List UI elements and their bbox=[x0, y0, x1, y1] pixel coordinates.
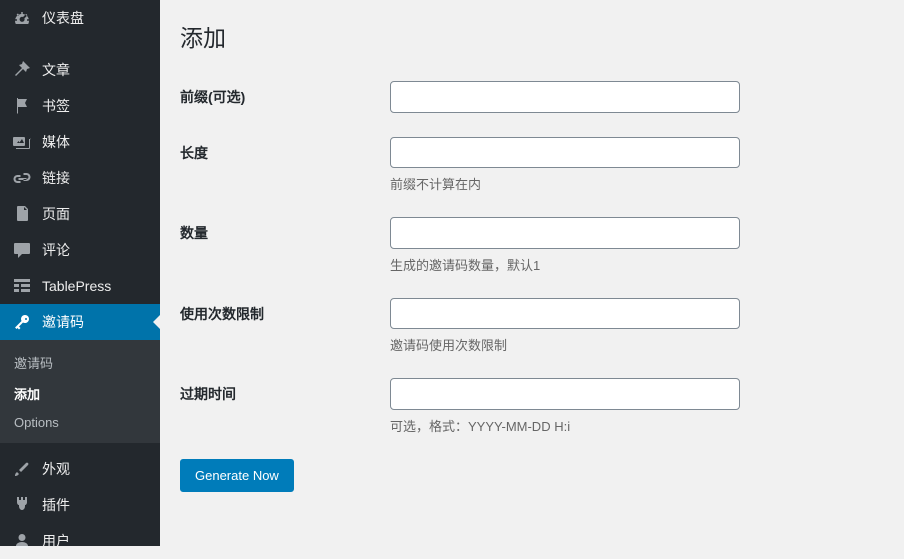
length-input[interactable] bbox=[390, 137, 740, 169]
form-row-prefix: 前缀(可选) bbox=[180, 81, 884, 113]
prefix-label: 前缀(可选) bbox=[180, 81, 390, 107]
sidebar-submenu: 邀请码 添加 Options bbox=[0, 340, 160, 443]
submenu-item-add[interactable]: 添加 bbox=[0, 378, 160, 409]
sidebar-item-plugins[interactable]: 插件 bbox=[0, 487, 160, 523]
sidebar-item-pages[interactable]: 页面 bbox=[0, 196, 160, 232]
sidebar-item-label: 文章 bbox=[42, 60, 70, 80]
usage-limit-description: 邀请码使用次数限制 bbox=[390, 335, 884, 354]
sidebar-item-label: 仪表盘 bbox=[42, 8, 84, 28]
form-row-quantity: 数量 生成的邀请码数量，默认1 bbox=[180, 217, 884, 274]
admin-sidebar: 仪表盘 文章 书签 媒体 链接 页面 评论 TablePress 邀请码 邀请码… bbox=[0, 0, 160, 546]
pin-icon bbox=[12, 60, 32, 80]
sidebar-item-comments[interactable]: 评论 bbox=[0, 232, 160, 268]
plugin-icon bbox=[12, 495, 32, 515]
table-icon bbox=[12, 276, 32, 296]
sidebar-item-appearance[interactable]: 外观 bbox=[0, 451, 160, 487]
sidebar-item-users[interactable]: 用户 bbox=[0, 523, 160, 559]
sidebar-item-invite-codes[interactable]: 邀请码 bbox=[0, 304, 160, 340]
dashboard-icon bbox=[12, 8, 32, 28]
length-label: 长度 bbox=[180, 137, 390, 163]
sidebar-item-label: 邀请码 bbox=[42, 312, 84, 332]
expiry-description: 可选，格式：YYYY-MM-DD H:i bbox=[390, 416, 884, 435]
sidebar-item-links[interactable]: 链接 bbox=[0, 160, 160, 196]
form-row-expiry: 过期时间 可选，格式：YYYY-MM-DD H:i bbox=[180, 378, 884, 435]
media-icon bbox=[12, 132, 32, 152]
usage-limit-label: 使用次数限制 bbox=[180, 298, 390, 324]
sidebar-item-label: 书签 bbox=[42, 96, 70, 116]
generate-now-button[interactable]: Generate Now bbox=[180, 459, 294, 493]
link-icon bbox=[12, 168, 32, 188]
comment-icon bbox=[12, 240, 32, 260]
form-row-usage-limit: 使用次数限制 邀请码使用次数限制 bbox=[180, 298, 884, 355]
quantity-description: 生成的邀请码数量，默认1 bbox=[390, 255, 884, 274]
sidebar-item-dashboard[interactable]: 仪表盘 bbox=[0, 0, 160, 36]
quantity-input[interactable] bbox=[390, 217, 740, 249]
form-row-length: 长度 前缀不计算在内 bbox=[180, 137, 884, 194]
usage-limit-input[interactable] bbox=[390, 298, 740, 330]
sidebar-item-label: 外观 bbox=[42, 459, 70, 479]
key-icon bbox=[12, 312, 32, 332]
sidebar-item-tablepress[interactable]: TablePress bbox=[0, 268, 160, 304]
main-content: 添加 前缀(可选) 长度 前缀不计算在内 数量 生成的邀请码数量，默认1 使用次… bbox=[160, 0, 904, 546]
sidebar-item-label: 媒体 bbox=[42, 132, 70, 152]
length-description: 前缀不计算在内 bbox=[390, 174, 884, 193]
quantity-label: 数量 bbox=[180, 217, 390, 243]
sidebar-item-label: 插件 bbox=[42, 495, 70, 515]
sidebar-item-posts[interactable]: 文章 bbox=[0, 52, 160, 88]
sidebar-item-label: TablePress bbox=[42, 278, 111, 294]
submenu-item-invite-codes[interactable]: 邀请码 bbox=[0, 347, 160, 378]
submenu-item-options[interactable]: Options bbox=[0, 409, 160, 436]
sidebar-item-label: 链接 bbox=[42, 168, 70, 188]
page-title: 添加 bbox=[180, 10, 884, 57]
page-icon bbox=[12, 204, 32, 224]
sidebar-item-label: 页面 bbox=[42, 204, 70, 224]
sidebar-item-bookmarks[interactable]: 书签 bbox=[0, 88, 160, 124]
sidebar-item-label: 用户 bbox=[42, 531, 70, 551]
sidebar-item-label: 评论 bbox=[42, 240, 70, 260]
brush-icon bbox=[12, 459, 32, 479]
expiry-label: 过期时间 bbox=[180, 378, 390, 404]
user-icon bbox=[12, 531, 32, 551]
sidebar-item-media[interactable]: 媒体 bbox=[0, 124, 160, 160]
prefix-input[interactable] bbox=[390, 81, 740, 113]
expiry-input[interactable] bbox=[390, 378, 740, 410]
flag-icon bbox=[12, 96, 32, 116]
